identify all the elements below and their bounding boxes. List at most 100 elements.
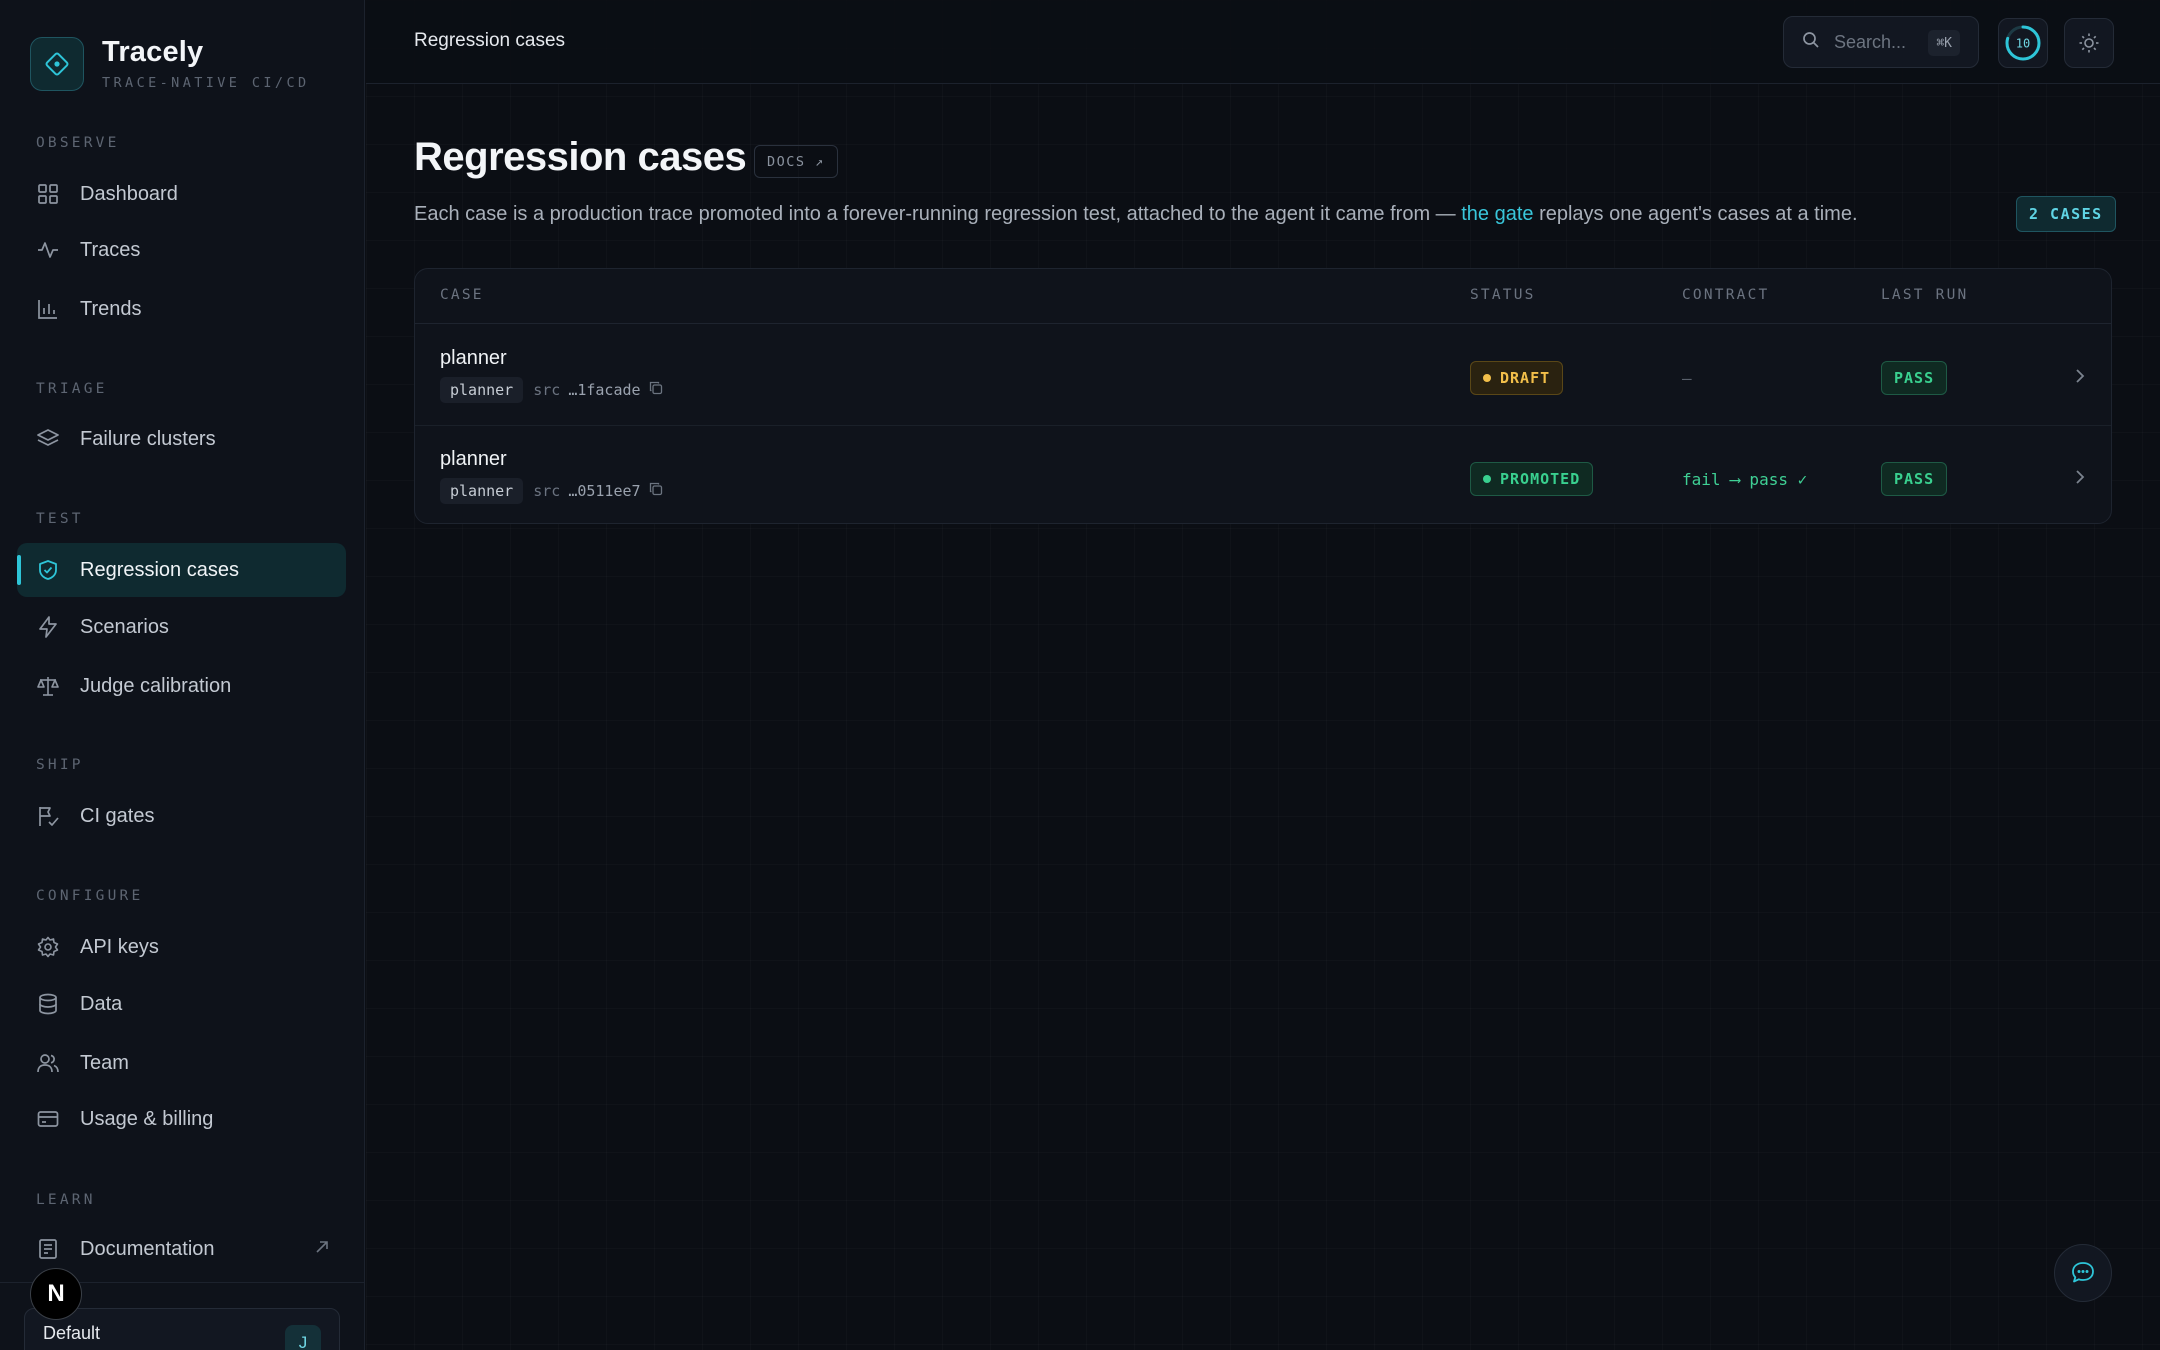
topbar: Regression cases Search... ⌘K 10 — [366, 0, 2160, 84]
progress-ring-icon: 10 — [2005, 25, 2041, 61]
last-run-badge: PASS — [1881, 361, 1948, 395]
sidebar-item-judge-calibration[interactable]: Judge calibration — [17, 659, 346, 713]
sidebar-item-dashboard[interactable]: Dashboard — [17, 167, 346, 221]
overlay-badge[interactable]: N — [30, 1268, 82, 1320]
nav-section-learn: LEARN — [36, 1192, 96, 1208]
copy-icon[interactable] — [649, 381, 663, 399]
chat-button[interactable] — [2054, 1244, 2112, 1302]
brand-tagline: TRACE-NATIVE CI/CD — [102, 75, 310, 91]
sidebar-item-usage-billing[interactable]: Usage & billing — [17, 1092, 346, 1146]
sidebar-item-label: Regression cases — [80, 558, 239, 581]
brand[interactable]: Tracely TRACE-NATIVE CI/CD — [30, 36, 310, 91]
avatar: J — [285, 1325, 321, 1350]
status-label: DRAFT — [1500, 369, 1551, 387]
brand-logo-icon — [30, 36, 84, 91]
sidebar-item-api-keys[interactable]: API keys — [17, 920, 346, 974]
search-input[interactable]: Search... ⌘K — [1783, 16, 1979, 68]
book-icon — [36, 1237, 60, 1261]
agent-chip: planner — [440, 377, 524, 403]
sidebar-item-scenarios[interactable]: Scenarios — [17, 600, 346, 654]
search-shortcut: ⌘K — [1928, 30, 1960, 56]
column-header-last-run: LAST RUN — [1881, 287, 1969, 303]
sidebar-item-label: Trends — [80, 297, 142, 320]
status-badge: DRAFT — [1470, 361, 1564, 395]
sidebar-item-label: Scenarios — [80, 615, 169, 638]
activity-icon — [36, 238, 60, 262]
sidebar-item-label: Team — [80, 1051, 129, 1074]
table-row[interactable]: planner planner src …1facade DRAFT — PAS… — [415, 325, 2111, 425]
case-name: planner — [440, 347, 507, 369]
sidebar-item-label: Documentation — [80, 1237, 215, 1260]
column-header-case: CASE — [440, 287, 484, 303]
column-header-contract: CONTRACT — [1682, 287, 1770, 303]
status-dot — [1483, 475, 1491, 483]
zap-icon — [36, 615, 60, 639]
sidebar-item-label: Data — [80, 992, 123, 1015]
external-link-icon — [314, 1238, 330, 1261]
workspace-name: Default — [43, 1323, 101, 1343]
sidebar-item-label: Failure clusters — [80, 427, 216, 450]
agent-chip: planner — [440, 478, 524, 504]
case-name: planner — [440, 448, 507, 470]
main-content: Regression cases Search... ⌘K 10 Regress… — [366, 0, 2160, 1350]
table-row[interactable]: planner planner src …0511ee7 PROMOTED fa… — [415, 425, 2111, 523]
sidebar-item-label: CI gates — [80, 804, 155, 827]
subtitle-text-end: replays one agent's cases at a time. — [1533, 203, 1858, 225]
layers-icon — [36, 427, 60, 451]
progress-ring-button[interactable]: 10 — [1998, 18, 2048, 68]
page-title: Regression cases — [414, 135, 747, 179]
chat-icon — [2072, 1262, 2094, 1283]
sidebar-item-regression-cases[interactable]: Regression cases — [17, 543, 346, 597]
brand-name: Tracely — [102, 36, 204, 68]
chevron-right-icon[interactable] — [2073, 367, 2087, 390]
sidebar: Tracely TRACE-NATIVE CI/CD OBSERVE Dashb… — [0, 0, 365, 1350]
regression-cases-table: CASE STATUS CONTRACT LAST RUN planner pl… — [414, 268, 2112, 524]
sidebar-item-label: Judge calibration — [80, 674, 232, 697]
status-label: PROMOTED — [1500, 470, 1581, 488]
gate-link[interactable]: the gate — [1461, 203, 1533, 225]
sidebar-item-label: Traces — [80, 238, 141, 261]
nav-section-ship: SHIP — [36, 757, 84, 773]
trace-hash: …0511ee7 — [568, 482, 641, 500]
nav-section-triage: TRIAGE — [36, 381, 108, 397]
sidebar-item-data[interactable]: Data — [17, 977, 346, 1031]
flag-check-icon — [36, 804, 60, 828]
last-run-badge: PASS — [1881, 462, 1948, 496]
sidebar-item-label: Usage & billing — [80, 1107, 214, 1130]
sun-icon — [2079, 33, 2099, 53]
search-placeholder: Search... — [1834, 31, 1907, 52]
status-badge: PROMOTED — [1470, 462, 1594, 496]
scale-icon — [36, 674, 60, 698]
nav-section-configure: CONFIGURE — [36, 888, 144, 904]
database-icon — [36, 992, 60, 1016]
sidebar-item-traces[interactable]: Traces — [17, 223, 346, 277]
contract-value: fail ⟶ pass ✓ — [1682, 470, 1808, 489]
search-icon — [1802, 31, 1820, 54]
breadcrumb: Regression cases — [414, 30, 566, 51]
users-icon — [36, 1051, 60, 1075]
shield-check-icon — [36, 558, 60, 582]
theme-toggle-button[interactable] — [2064, 18, 2114, 68]
chevron-right-icon[interactable] — [2073, 468, 2087, 491]
nav-section-observe: OBSERVE — [36, 135, 120, 151]
page-subtitle: Each case is a production trace promoted… — [414, 203, 1858, 226]
copy-icon[interactable] — [649, 482, 663, 500]
table-header: CASE STATUS CONTRACT LAST RUN — [415, 269, 2111, 324]
docs-link[interactable]: DOCS ↗ — [754, 145, 838, 178]
case-meta: planner src …1facade — [440, 377, 663, 403]
src-label: src — [533, 381, 561, 399]
cases-count-badge: 2 CASES — [2016, 196, 2116, 232]
sidebar-item-ci-gates[interactable]: CI gates — [17, 789, 346, 843]
credit-card-icon — [36, 1107, 60, 1131]
gear-icon — [36, 935, 60, 959]
trace-hash: …1facade — [568, 381, 641, 399]
sidebar-item-documentation[interactable]: Documentation — [17, 1222, 346, 1276]
src-label: src — [533, 482, 561, 500]
bar-chart-icon — [36, 297, 60, 321]
sidebar-item-label: Dashboard — [80, 182, 178, 205]
sidebar-item-failure-clusters[interactable]: Failure clusters — [17, 412, 346, 466]
nav-section-test: TEST — [36, 511, 84, 527]
sidebar-item-trends[interactable]: Trends — [17, 282, 346, 336]
sidebar-item-team[interactable]: Team — [17, 1036, 346, 1090]
column-header-status: STATUS — [1470, 287, 1536, 303]
